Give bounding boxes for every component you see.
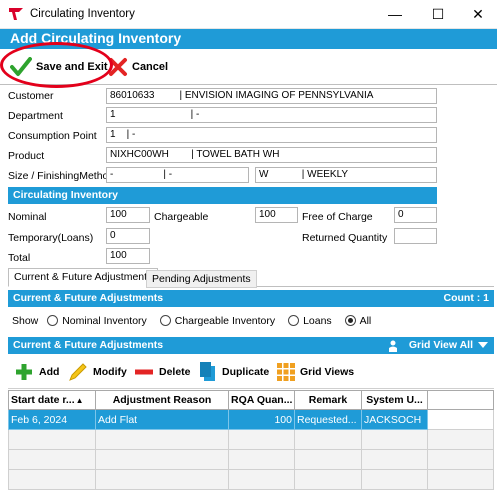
customer-label: Customer — [8, 90, 54, 102]
chargeable-field[interactable]: 100 — [255, 207, 298, 223]
cell-system-user: JACKSOCH — [361, 409, 428, 430]
duplicate-label: Duplicate — [222, 366, 270, 378]
radio-loans[interactable]: Loans — [288, 315, 332, 327]
pencil-icon — [69, 363, 87, 381]
cell-rqa-quantity: 100 — [228, 409, 295, 430]
delete-label: Delete — [159, 366, 191, 378]
table-row[interactable]: Feb 6, 2024 Add Flat 100 Requested... JA… — [8, 409, 494, 430]
sort-ascending-icon: ▲ — [75, 396, 84, 405]
consumption-point-label: Consumption Point — [8, 130, 97, 142]
grid-toolbar: Add Modify Delete Duplicate Grid Views — [8, 355, 494, 389]
cell-start-date: Feb 6, 2024 — [8, 409, 96, 430]
returned-quantity-label: Returned Quantity — [302, 232, 388, 244]
radio-nominal-label: Nominal Inventory — [62, 315, 147, 327]
radio-all[interactable]: All — [344, 315, 372, 327]
grid-icon — [277, 363, 295, 381]
column-header-adjustment-reason[interactable]: Adjustment Reason — [95, 390, 229, 410]
product-field[interactable]: NIXHC00WH | TOWEL BATH WH — [106, 147, 437, 163]
column-header-start-date[interactable]: Start date r...▲ — [8, 390, 96, 410]
modify-label: Modify — [93, 366, 127, 378]
app-logo-icon — [9, 8, 23, 20]
adjustments-count: Count : 1 — [443, 292, 490, 304]
radio-loans-label: Loans — [303, 315, 332, 327]
page-title: Add Circulating Inventory — [10, 30, 182, 46]
free-of-charge-label: Free of Charge — [302, 211, 373, 223]
add-button[interactable]: Add — [14, 362, 59, 382]
grid-view-all-dropdown[interactable]: Grid View All — [388, 337, 488, 354]
add-label: Add — [39, 366, 60, 378]
radio-selected-icon — [344, 315, 356, 326]
column-header-remark[interactable]: Remark — [294, 390, 362, 410]
show-filter-row: Show Nominal Inventory Chargeable Invent… — [12, 315, 371, 327]
grid-views-button[interactable]: Grid Views — [277, 362, 354, 382]
column-header-filler — [427, 390, 494, 410]
radio-circle-icon — [159, 315, 171, 326]
cancel-label: Cancel — [132, 61, 169, 73]
adjustments-grid-header: Current & Future Adjustments Grid View A… — [8, 337, 494, 354]
save-and-exit-label: Save and Exit — [36, 61, 108, 73]
tab-current-future-adjustments[interactable]: Current & Future Adjustments — [8, 268, 159, 287]
maximize-button[interactable]: ☐ — [416, 0, 460, 29]
cell-remark: Requested... — [294, 409, 362, 430]
minimize-button[interactable]: — — [373, 0, 417, 29]
plus-icon — [16, 364, 32, 380]
nominal-label: Nominal — [8, 211, 47, 223]
customer-field[interactable]: 86010633 | ENVISION IMAGING OF PENNSYLVA… — [106, 88, 437, 104]
adjustments-table: Start date r...▲ Adjustment Reason RQA Q… — [8, 390, 494, 490]
chevron-down-icon — [478, 342, 488, 348]
department-field[interactable]: 1 | - — [106, 107, 437, 123]
column-header-rqa-quantity[interactable]: RQA Quan... — [228, 390, 295, 410]
empty-row — [8, 469, 494, 490]
modify-button[interactable]: Modify — [68, 362, 127, 382]
cell-filler — [427, 409, 494, 430]
size-finishing-label: Size / FinishingMethod — [8, 170, 115, 182]
size-field[interactable]: - | - — [106, 167, 249, 183]
radio-all-label: All — [359, 315, 372, 327]
adjustments-header: Current & Future Adjustments Count : 1 — [8, 290, 494, 307]
cancel-x-icon — [109, 58, 127, 76]
free-of-charge-field[interactable]: 0 — [394, 207, 437, 223]
close-button[interactable]: ✕ — [456, 0, 497, 29]
copy-icon — [200, 362, 215, 381]
department-label: Department — [8, 110, 63, 122]
radio-circle-icon — [47, 315, 59, 326]
circulating-inventory-header: Circulating Inventory — [8, 187, 437, 204]
total-label: Total — [8, 252, 31, 264]
temporary-loans-field[interactable]: 0 — [106, 228, 150, 244]
returned-quantity-field[interactable] — [394, 228, 437, 244]
radio-chargeable-label: Chargeable Inventory — [174, 315, 276, 327]
radio-chargeable-inventory[interactable]: Chargeable Inventory — [159, 315, 276, 327]
delete-button[interactable]: Delete — [134, 362, 191, 382]
radio-nominal-inventory[interactable]: Nominal Inventory — [47, 315, 147, 327]
person-icon — [388, 340, 397, 352]
radio-circle-icon — [288, 315, 300, 326]
grid-view-all-label: Grid View All — [408, 339, 473, 351]
window-title: Circulating Inventory — [30, 8, 135, 20]
total-field[interactable]: 100 — [106, 248, 150, 264]
adjustments-grid-title: Current & Future Adjustments — [13, 339, 164, 351]
temporary-loans-label: Temporary(Loans) — [8, 232, 94, 244]
column-header-system-user[interactable]: System U... — [361, 390, 428, 410]
window-titlebar: Circulating Inventory — ☐ ✕ — [0, 0, 497, 29]
chargeable-label: Chargeable — [154, 211, 209, 223]
consumption-point-field[interactable]: 1 | - — [106, 127, 437, 143]
finishing-method-field[interactable]: W | WEEKLY — [255, 167, 437, 183]
product-label: Product — [8, 150, 45, 162]
minus-icon — [135, 369, 153, 375]
empty-row — [8, 429, 494, 450]
empty-row — [8, 449, 494, 470]
cell-adjustment-reason: Add Flat — [95, 409, 229, 430]
page-header: Add Circulating Inventory — [0, 29, 497, 49]
checkmark-icon — [10, 57, 32, 76]
nominal-field[interactable]: 100 — [106, 207, 150, 223]
tab-pending-adjustments[interactable]: Pending Adjustments — [146, 270, 257, 288]
cancel-button[interactable]: Cancel — [108, 55, 168, 79]
main-toolbar: Save and Exit Cancel — [0, 49, 497, 85]
duplicate-button[interactable]: Duplicate — [199, 362, 269, 382]
grid-views-label: Grid Views — [300, 366, 355, 378]
adjustments-title: Current & Future Adjustments — [13, 292, 164, 304]
show-label: Show — [12, 315, 39, 327]
save-and-exit-button[interactable]: Save and Exit — [10, 55, 108, 79]
